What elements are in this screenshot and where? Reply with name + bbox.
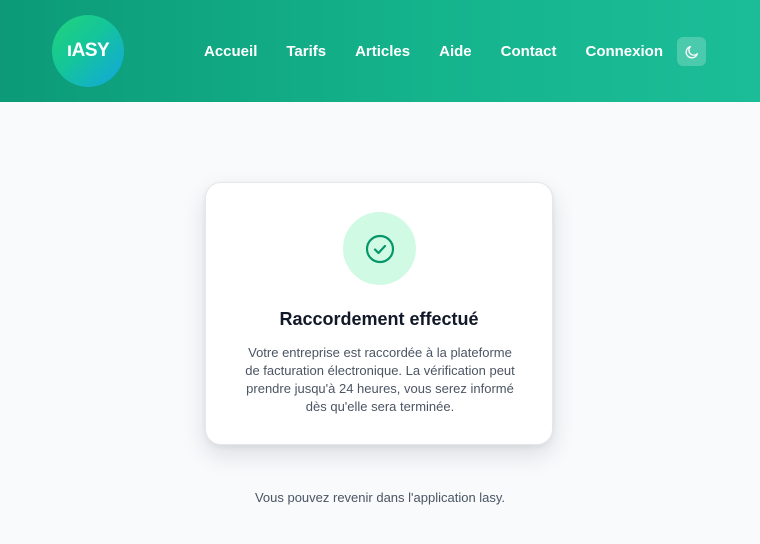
nav-tarifs[interactable]: Tarifs xyxy=(286,43,326,60)
card-message-line: Votre entreprise est raccordée à la plat… xyxy=(248,345,512,360)
logo-text: ıASY xyxy=(66,40,110,61)
card-message-line: de facturation électronique. La vérifica… xyxy=(245,363,515,378)
success-badge xyxy=(343,212,416,285)
logo[interactable]: ıASY xyxy=(52,15,124,87)
nav-contact[interactable]: Contact xyxy=(501,43,557,60)
nav-articles[interactable]: Articles xyxy=(355,43,410,60)
top-header: ıASY Accueil Tarifs Articles Aide Contac… xyxy=(0,0,760,102)
success-card: Raccordement effectué Votre entreprise e… xyxy=(205,182,553,445)
check-circle-icon xyxy=(365,234,394,263)
nav-accueil[interactable]: Accueil xyxy=(204,43,257,60)
card-title: Raccordement effectué xyxy=(279,309,479,329)
moon-icon xyxy=(685,45,698,58)
nav-aide[interactable]: Aide xyxy=(439,43,472,60)
card-message-line: prendre jusqu'à 24 heures, vous serez in… xyxy=(246,381,514,396)
main-nav: Accueil Tarifs Articles Aide Contact Con… xyxy=(204,0,692,102)
card-message: Votre entreprise est raccordée à la plat… xyxy=(230,344,530,416)
theme-toggle-button[interactable] xyxy=(677,37,706,66)
return-note: Vous pouvez revenir dans l'application l… xyxy=(254,490,506,505)
nav-connexion[interactable]: Connexion xyxy=(585,43,663,60)
card-message-line: dès qu'elle sera terminée. xyxy=(305,399,455,414)
